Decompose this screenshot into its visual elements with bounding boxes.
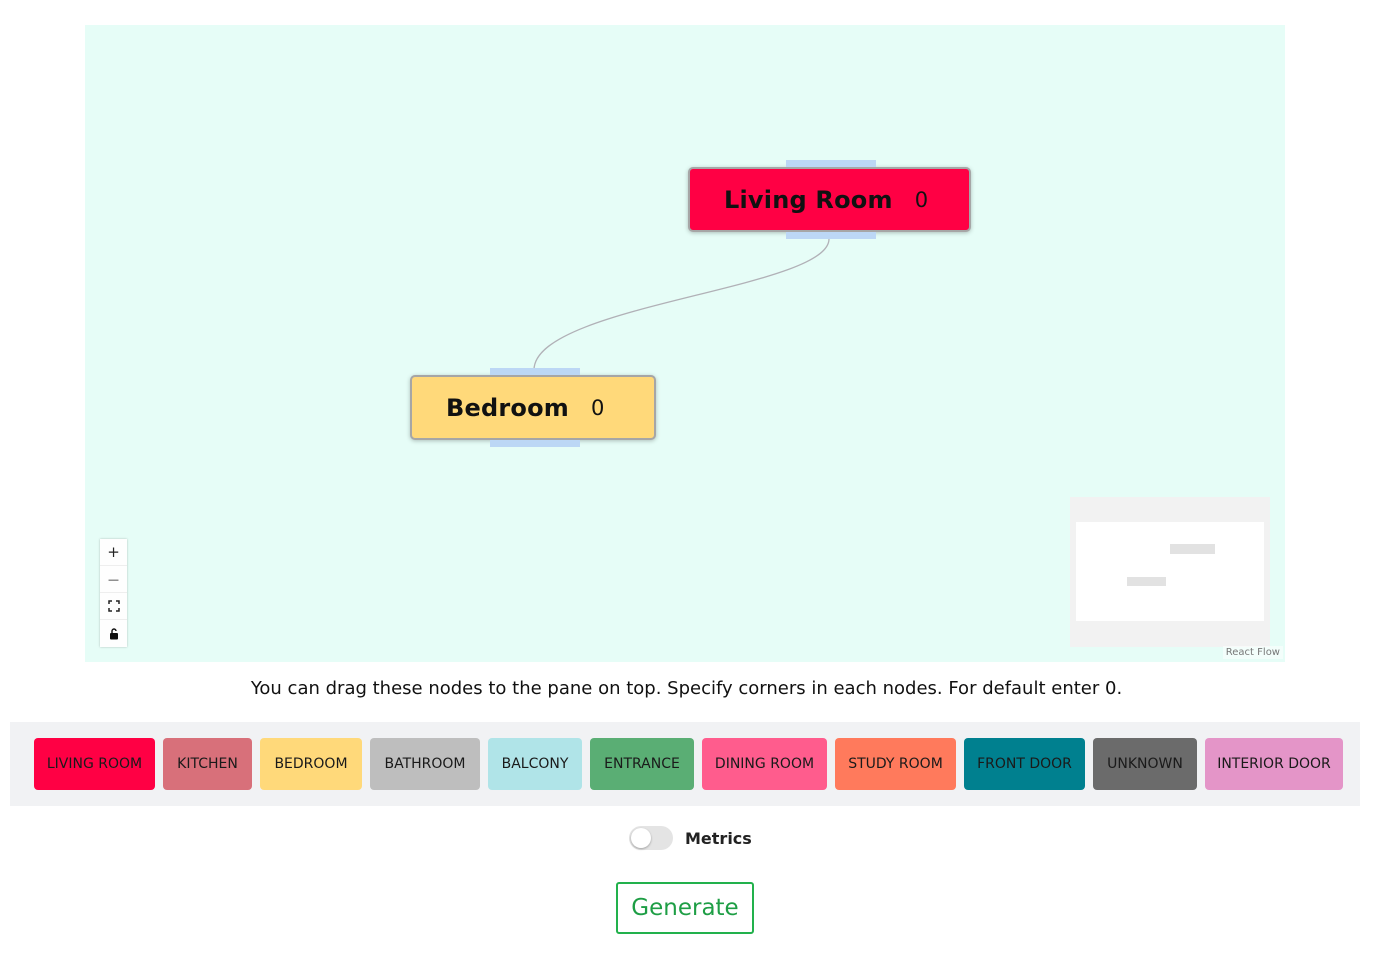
palette-item-entrance[interactable]: ENTRANCE [590, 738, 694, 790]
metrics-label: Metrics [685, 828, 752, 848]
toggle-knob [631, 828, 651, 848]
node-palette: LIVING ROOM KITCHEN BEDROOM BATHROOM BAL… [10, 722, 1360, 806]
lock-button[interactable] [100, 620, 127, 647]
node-label: Bedroom [446, 393, 569, 422]
flow-canvas[interactable]: Living Room 0 Bedroom 0 + — React Flow [85, 25, 1285, 662]
unlock-icon [109, 627, 118, 639]
minimap-node-living-room [1170, 544, 1215, 554]
node-corner-count[interactable]: 0 [591, 396, 604, 420]
minimap[interactable] [1070, 497, 1270, 647]
palette-item-front-door[interactable]: FRONT DOOR [964, 738, 1085, 790]
metrics-toggle-row: Metrics [629, 826, 752, 850]
node-living-room[interactable]: Living Room 0 [688, 160, 971, 239]
minimap-viewport [1076, 522, 1264, 621]
palette-item-living-room[interactable]: LIVING ROOM [34, 738, 155, 790]
palette-item-bedroom[interactable]: BEDROOM [260, 738, 362, 790]
palette-item-kitchen[interactable]: KITCHEN [163, 738, 252, 790]
node-label: Living Room [724, 185, 893, 214]
fit-view-icon [107, 600, 120, 612]
palette-item-unknown[interactable]: UNKNOWN [1093, 738, 1197, 790]
react-flow-attribution[interactable]: React Flow [1222, 646, 1283, 659]
generate-button[interactable]: Generate [616, 882, 754, 934]
palette-item-interior-door[interactable]: INTERIOR DOOR [1205, 738, 1343, 790]
node-target-handle[interactable] [786, 160, 876, 167]
palette-item-bathroom[interactable]: BATHROOM [370, 738, 480, 790]
node-bedroom[interactable]: Bedroom 0 [410, 368, 656, 447]
node-source-handle[interactable] [490, 440, 580, 447]
zoom-out-button[interactable]: — [100, 566, 127, 593]
fit-view-button[interactable] [100, 593, 127, 620]
palette-item-dining-room[interactable]: DINING ROOM [702, 738, 827, 790]
node-target-handle[interactable] [490, 368, 580, 375]
palette-item-balcony[interactable]: BALCONY [488, 738, 582, 790]
edge-living-room-to-bedroom[interactable] [533, 238, 830, 371]
minimap-node-bedroom [1127, 577, 1166, 586]
palette-item-study-room[interactable]: STUDY ROOM [835, 738, 956, 790]
node-source-handle[interactable] [786, 232, 876, 239]
metrics-toggle[interactable] [629, 826, 673, 850]
instructions-text: You can drag these nodes to the pane on … [250, 678, 1123, 699]
node-corner-count[interactable]: 0 [915, 188, 928, 212]
flow-controls: + — [100, 539, 127, 647]
zoom-in-button[interactable]: + [100, 539, 127, 566]
